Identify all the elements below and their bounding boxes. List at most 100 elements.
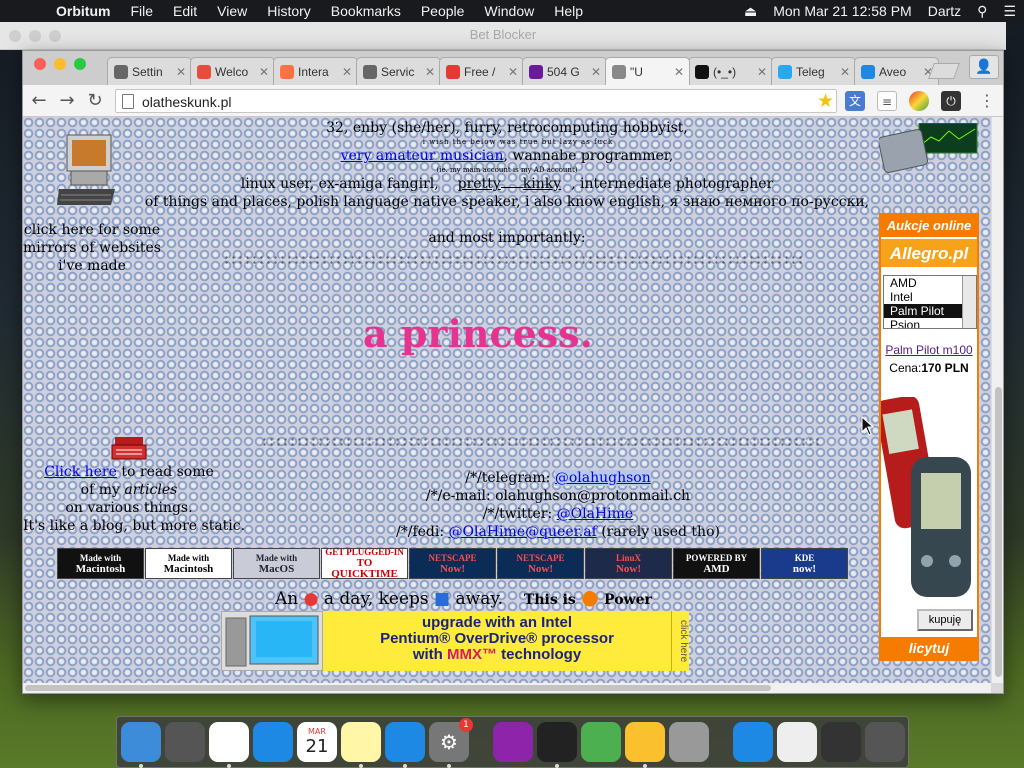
menubar-clock[interactable]: Mon Mar 21 12:58 PM [765,3,920,19]
vertical-scrollbar[interactable] [991,117,1003,683]
intel-ad-line-2[interactable]: Pentium® OverDrive® processor [323,631,671,647]
menu-help[interactable]: Help [544,3,593,19]
close-tab-icon[interactable]: ✕ [673,65,685,79]
tab-7[interactable]: (•_•) ✕ [688,57,773,85]
menu-app-name[interactable]: Orbitum [46,3,120,19]
badge-7[interactable]: POWERED BY AMD [673,548,760,579]
intel-ad-mmx[interactable]: MMX™ [447,646,497,663]
close-tab-icon[interactable]: ✕ [507,65,519,79]
fedi-link[interactable]: @OlaHime@queer.af [449,524,597,540]
tab-2[interactable]: Intera ✕ [273,57,358,85]
dock-terminal-icon[interactable] [821,722,861,762]
dock-preview-icon[interactable] [777,722,817,762]
intel-ad-line-3b[interactable]: technology [497,646,581,663]
dock-notes-icon[interactable] [341,722,381,762]
bookmark-star-icon[interactable]: ★ [817,90,834,112]
menu-view[interactable]: View [207,3,257,19]
allegro-category-list[interactable]: AMD Intel Palm Pilot Psion [883,275,977,329]
badge-1[interactable]: Made with Macintosh [145,548,232,579]
dock-system-preferences-icon[interactable]: ⚙ 1 [429,718,473,762]
tab-0[interactable]: Settin ✕ [107,57,192,85]
dock-bluestacks-icon[interactable] [581,722,621,762]
dock-chrome-icon[interactable] [209,722,249,762]
horizontal-scrollbar-thumb[interactable] [25,685,771,691]
dock-calendar-icon[interactable]: MAR 21 [297,722,337,762]
allegro-buy-button[interactable]: kupuję [917,609,973,631]
intel-ad-click-here[interactable]: click here [671,611,689,671]
tab-5[interactable]: 504 G ✕ [522,57,607,85]
reload-button[interactable]: ↻ [83,89,107,113]
dock-opera-icon[interactable] [537,722,577,762]
spotlight-search-icon[interactable]: ⚲ [969,3,995,20]
tab-1[interactable]: Welco ✕ [190,57,275,85]
dock-finder-icon[interactable] [121,722,161,762]
playlist-icon[interactable]: ≡ [877,91,897,111]
back-button[interactable]: ← [27,89,51,113]
badge-5[interactable]: NETSCAPE Now! [497,548,584,579]
badge-4[interactable]: NETSCAPE Now! [409,548,496,579]
musician-link[interactable]: very amateur musician [341,148,504,164]
badge-2[interactable]: Made with MacOS [233,548,320,579]
menubar-user[interactable]: Dartz [920,3,969,19]
intel-ad-line-1[interactable]: upgrade with an Intel [323,615,671,631]
tab-6[interactable]: "U ✕ [605,57,690,85]
allegro-bid-button[interactable]: licytuj [881,637,977,659]
articles-click-here-link[interactable]: Click here [44,464,117,480]
new-tab-button[interactable] [928,63,960,79]
notification-center-icon[interactable]: ☰ [995,3,1024,20]
address-bar[interactable]: olatheskunk.pl ★ [115,89,837,113]
dock-app-store-icon[interactable] [385,722,425,762]
telegram-link[interactable]: @olahughson [554,470,651,486]
close-tab-icon[interactable]: ✕ [839,65,851,79]
menu-icon[interactable]: ⋮ [975,89,999,113]
badge-8[interactable]: KDE now! [761,548,848,579]
palm-pilot-image[interactable] [881,397,977,597]
translate-icon[interactable]: 文 [845,91,865,111]
badge-0[interactable]: Made with Macintosh [57,548,144,579]
dock-app-store-downloads-icon[interactable] [733,722,773,762]
close-tab-icon[interactable]: ✕ [341,65,353,79]
menu-edit[interactable]: Edit [163,3,207,19]
dock-trash-icon[interactable] [865,722,905,762]
minimize-window-button[interactable] [54,58,66,70]
orbitum-icon[interactable] [909,91,929,111]
dock-keychain-icon[interactable] [669,722,709,762]
intel-pentium-badge[interactable] [877,122,979,175]
tab-4[interactable]: Free / ✕ [439,57,524,85]
intel-ad-computer-image[interactable] [221,611,323,671]
menu-people[interactable]: People [411,3,475,19]
allegro-product-link[interactable]: Palm Pilot m100 [881,343,977,357]
close-tab-icon[interactable]: ✕ [258,65,270,79]
typewriter-icon[interactable] [111,433,147,463]
menu-history[interactable]: History [257,3,321,19]
dock-launchpad-icon[interactable] [165,722,205,762]
close-tab-icon[interactable]: ✕ [175,65,187,79]
badge-3[interactable]: GET PLUGGED-IN TO QUICKTIME [321,548,408,579]
close-window-button[interactable] [34,58,46,70]
allegro-list-scrollbar[interactable] [962,276,976,328]
mirrors-line-3[interactable]: i've made [23,257,161,275]
intel-ad-banner[interactable]: upgrade with an Intel Pentium® OverDrive… [323,611,671,671]
menu-bookmarks[interactable]: Bookmarks [321,3,411,19]
close-tab-icon[interactable]: ✕ [590,65,602,79]
dock-potion-icon[interactable] [493,722,533,762]
eject-icon[interactable]: ⏏ [736,3,765,20]
menu-file[interactable]: File [120,3,163,19]
close-tab-icon[interactable]: ✕ [756,65,768,79]
tab-9[interactable]: Aveo ✕ [854,57,939,85]
forward-button[interactable]: → [55,89,79,113]
zoom-window-button[interactable] [74,58,86,70]
close-tab-icon[interactable]: ✕ [424,65,436,79]
dock-orbitum-icon[interactable] [625,722,665,762]
menu-window[interactable]: Window [474,3,544,19]
tab-3[interactable]: Servic ✕ [356,57,441,85]
horizontal-scrollbar[interactable] [23,683,991,693]
twitter-link[interactable]: @OlaHime [557,506,634,522]
allegro-logo[interactable]: Allegro.pl [881,237,977,267]
vertical-scrollbar-thumb[interactable] [995,387,1002,677]
power-extension-icon[interactable]: ⏻ [941,91,961,111]
tab-8[interactable]: Teleg ✕ [771,57,856,85]
badge-6[interactable]: LinuX Now! [585,548,672,579]
url-text[interactable]: olatheskunk.pl [142,94,232,110]
dock-safari-icon[interactable] [253,722,293,762]
